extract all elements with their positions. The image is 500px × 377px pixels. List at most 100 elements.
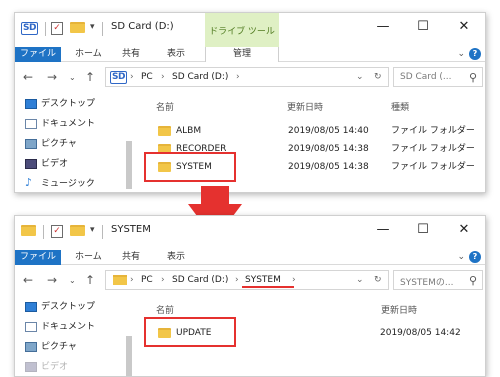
row-date: 2019/08/05 14:42 (380, 328, 461, 338)
minimize-button[interactable]: — (368, 19, 398, 34)
chevron-right-icon[interactable]: › (236, 72, 240, 82)
folder-icon (113, 275, 127, 285)
search-icon[interactable]: ⚲ (469, 71, 477, 84)
music-icon: ♪ (25, 176, 33, 189)
ribbon-controls: ⌄? (457, 48, 481, 60)
nav-item-documents[interactable]: ドキュメント (25, 318, 95, 336)
close-button[interactable]: ✕ (449, 19, 479, 34)
quick-access-dropdown-icon[interactable]: ▾ (90, 225, 95, 239)
up-icon[interactable]: ↑ (85, 70, 95, 84)
back-icon[interactable]: ← (23, 70, 33, 84)
minimize-button[interactable]: — (368, 222, 398, 237)
highlight-underline-system (242, 286, 294, 288)
nav-item-desktop[interactable]: デスクトップ (25, 298, 96, 316)
chevron-right-icon[interactable]: › (130, 72, 134, 82)
sd-card-icon: SD (110, 71, 127, 84)
explorer-window-sd-card: SD ✓ ▾ SD Card (D:) ドライブ ツール — ☐ ✕ ファイル … (14, 12, 486, 193)
maximize-button[interactable]: ☐ (408, 19, 438, 34)
tab-share[interactable]: 共有 (122, 250, 140, 265)
refresh-icon[interactable]: ↻ (374, 72, 382, 82)
tab-view[interactable]: 表示 (167, 250, 185, 265)
quick-access-dropdown-icon[interactable]: ▾ (90, 22, 95, 36)
forward-icon[interactable]: → (47, 70, 57, 84)
title-bar: ✓ ▾ SYSTEM — ☐ ✕ (15, 216, 485, 250)
back-icon[interactable]: ← (23, 273, 33, 287)
help-icon[interactable]: ? (469, 48, 481, 60)
close-button[interactable]: ✕ (449, 222, 479, 237)
chevron-right-icon[interactable]: › (161, 275, 165, 285)
column-header-name[interactable]: 名前 (156, 303, 174, 316)
recent-locations-icon[interactable]: ⌄ (69, 276, 76, 285)
breadcrumb-pc[interactable]: PC (141, 275, 153, 285)
search-icon[interactable]: ⚲ (469, 274, 477, 287)
properties-icon[interactable]: ✓ (51, 22, 63, 35)
nav-scrollbar[interactable] (126, 141, 132, 189)
tab-file[interactable]: ファイル (15, 250, 61, 265)
nav-item-desktop[interactable]: デスクトップ (25, 95, 96, 113)
tab-view[interactable]: 表示 (167, 47, 185, 62)
row-type: ファイル フォルダー (391, 162, 475, 172)
tab-home[interactable]: ホーム (75, 250, 102, 265)
address-dropdown-icon[interactable]: ⌄ (356, 72, 364, 82)
folder-icon (158, 126, 171, 136)
maximize-button[interactable]: ☐ (408, 222, 438, 237)
row-type: ファイル フォルダー (391, 144, 475, 154)
row-date: 2019/08/05 14:40 (288, 126, 369, 136)
nav-item-videos[interactable]: ビデオ (25, 155, 69, 173)
nav-item-documents[interactable]: ドキュメント (25, 115, 96, 133)
chevron-right-icon[interactable]: › (161, 72, 165, 82)
breadcrumb-sd-card[interactable]: SD Card (D:) (172, 275, 228, 285)
ribbon-tabs: ファイル ホーム 共有 表示 管理 ⌄? (15, 47, 485, 62)
address-row: ← → ⌄ ↑ SD › PC › SD Card (D:) › ⌄ ↻ SD … (15, 65, 485, 91)
column-header-date[interactable]: 更新日時 (381, 303, 417, 316)
nav-item-label: ビデオ (41, 362, 69, 372)
title-bar: SD ✓ ▾ SD Card (D:) ドライブ ツール — ☐ ✕ (15, 13, 485, 61)
highlight-box-update-folder (144, 317, 236, 347)
help-icon[interactable]: ? (469, 251, 481, 263)
expand-ribbon-icon[interactable]: ⌄ (457, 49, 465, 59)
folder-icon (21, 225, 36, 236)
address-bar[interactable]: SD › PC › SD Card (D:) › ⌄ ↻ (105, 67, 389, 87)
refresh-icon[interactable]: ↻ (374, 275, 382, 285)
column-header-date[interactable]: 更新日時 (287, 100, 323, 113)
tab-home[interactable]: ホーム (75, 47, 102, 62)
explorer-window-system: ✓ ▾ SYSTEM — ☐ ✕ ファイル ホーム 共有 表示 ⌄? ← → ⌄… (14, 215, 486, 377)
chevron-right-icon[interactable]: › (130, 275, 134, 285)
recent-locations-icon[interactable]: ⌄ (69, 73, 76, 82)
nav-item-videos[interactable]: ビデオ (25, 358, 69, 376)
nav-item-label: デスクトップ (41, 99, 96, 109)
ribbon-tabs: ファイル ホーム 共有 表示 ⌄? (15, 250, 485, 265)
nav-scrollbar[interactable] (126, 336, 132, 376)
new-folder-icon[interactable] (70, 22, 85, 33)
expand-ribbon-icon[interactable]: ⌄ (457, 252, 465, 262)
properties-icon[interactable]: ✓ (51, 225, 63, 238)
search-box[interactable]: SD Card (... ⚲ (393, 67, 483, 87)
tab-share[interactable]: 共有 (122, 47, 140, 62)
nav-item-label: ビデオ (41, 159, 69, 169)
desktop-icon (25, 99, 37, 109)
breadcrumb-system[interactable]: SYSTEM (245, 275, 281, 285)
row-date: 2019/08/05 14:38 (288, 162, 369, 172)
forward-icon[interactable]: → (47, 273, 57, 287)
new-folder-icon[interactable] (70, 225, 85, 236)
breadcrumb-pc[interactable]: PC (141, 72, 153, 82)
column-header-type[interactable]: 種類 (391, 100, 409, 113)
search-placeholder: SD Card (... (400, 72, 452, 82)
nav-item-label: デスクトップ (41, 302, 96, 312)
breadcrumb-sd-card[interactable]: SD Card (D:) (172, 72, 228, 82)
nav-item-label: ドキュメント (41, 119, 96, 129)
tab-manage[interactable]: 管理 (205, 47, 279, 62)
window-title: SYSTEM (111, 224, 151, 235)
chevron-right-icon[interactable]: › (292, 275, 296, 285)
column-header-name[interactable]: 名前 (156, 100, 174, 113)
search-box[interactable]: SYSTEMの... ⚲ (393, 270, 483, 290)
tab-file[interactable]: ファイル (15, 47, 61, 62)
nav-item-pictures[interactable]: ピクチャ (25, 135, 77, 153)
nav-item-music[interactable]: ♪ ミュージック (25, 175, 95, 192)
sd-card-icon: SD (21, 22, 38, 35)
chevron-right-icon[interactable]: › (235, 275, 239, 285)
address-dropdown-icon[interactable]: ⌄ (356, 275, 364, 285)
up-icon[interactable]: ↑ (85, 273, 95, 287)
nav-item-pictures[interactable]: ピクチャ (25, 338, 77, 356)
nav-item-label: ミュージック (41, 179, 95, 189)
